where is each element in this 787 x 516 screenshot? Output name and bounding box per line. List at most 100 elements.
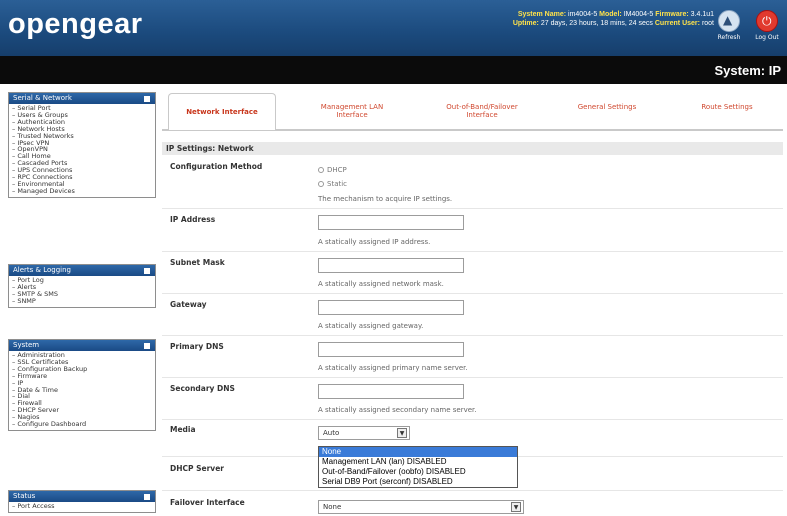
uptime-value: 27 days, 23 hours, 18 mins, 24 secs — [540, 20, 653, 27]
sidebar-item[interactable]: – Call Home — [12, 153, 152, 160]
gateway-label: Gateway — [170, 300, 207, 309]
tab-general-settings[interactable]: General Settings — [557, 93, 657, 129]
header-bar: opengear System Name: im4004-5 Model: IM… — [0, 0, 787, 56]
subnet-mask-input[interactable] — [318, 258, 464, 273]
sidebar-item[interactable]: – Users & Groups — [12, 112, 152, 119]
sidebar-item[interactable]: – Cascaded Ports — [12, 160, 152, 167]
firmware-label: Firmware: — [655, 11, 689, 18]
tab-management-lan-interface[interactable]: Management LAN Interface — [302, 93, 402, 129]
collapse-icon[interactable] — [144, 268, 150, 274]
dropdown-option[interactable]: Out-of-Band/Failover (oobfo) DISABLED — [319, 467, 517, 477]
media-select-value: Auto — [323, 429, 340, 437]
radio-dhcp[interactable]: DHCP — [318, 166, 347, 174]
tab-route-settings[interactable]: Route Settings — [677, 93, 777, 129]
sidebar-section-header[interactable]: System — [9, 340, 155, 351]
primary-dns-input[interactable] — [318, 342, 464, 357]
sidebar-item[interactable]: – Dial — [12, 393, 152, 400]
current-user-label: Current User: — [654, 20, 700, 27]
refresh-icon — [718, 10, 740, 32]
sidebar-serial-network: Serial & Network – Serial Port – Users & … — [8, 92, 156, 198]
sidebar-item[interactable]: – SNMP — [12, 298, 152, 305]
sidebar-item[interactable]: – Alerts — [12, 284, 152, 291]
failover-interface-select[interactable]: None ▼ — [318, 500, 524, 514]
dropdown-option[interactable]: None — [319, 447, 517, 457]
collapse-icon[interactable] — [144, 96, 150, 102]
tab-label: Network Interface — [186, 108, 258, 116]
tab-out-of-band-failover-interface[interactable]: Out-of-Band/Failover Interface — [422, 93, 542, 129]
chevron-down-icon[interactable]: ▼ — [511, 502, 521, 512]
sidebar-section-header[interactable]: Serial & Network — [9, 93, 155, 104]
ip-address-input[interactable] — [318, 215, 464, 230]
sidebar-item[interactable]: – Configure Dashboard — [12, 421, 152, 428]
sidebar-section-header[interactable]: Status — [9, 491, 155, 502]
radio-dhcp-label: DHCP — [327, 166, 347, 174]
sidebar-item[interactable]: – OpenVPN — [12, 146, 152, 153]
row-divider — [162, 335, 783, 336]
failover-interface-label: Failover Interface — [170, 498, 245, 507]
sidebar-item[interactable]: – Port Log — [12, 277, 152, 284]
refresh-button[interactable]: Refresh — [712, 10, 746, 41]
gateway-input[interactable] — [318, 300, 464, 315]
media-select[interactable]: Auto ▼ — [318, 426, 410, 440]
refresh-label: Refresh — [717, 34, 741, 41]
dropdown-option[interactable]: Management LAN (lan) DISABLED — [319, 457, 517, 467]
sidebar-list: – Port Access — [9, 502, 155, 512]
chevron-down-icon[interactable]: ▼ — [397, 428, 407, 438]
sidebar-item[interactable]: – Serial Port — [12, 105, 152, 112]
collapse-icon[interactable] — [144, 494, 150, 500]
sidebar-item[interactable]: – Firmware — [12, 373, 152, 380]
sidebar-item[interactable]: – Network Hosts — [12, 126, 152, 133]
system-name-value: im4004-5 — [568, 11, 598, 18]
tab-label-line2: Interface — [336, 111, 368, 119]
sidebar-item[interactable]: – UPS Connections — [12, 167, 152, 174]
sidebar-item[interactable]: – Nagios — [12, 414, 152, 421]
sidebar-item[interactable]: – IP — [12, 380, 152, 387]
collapse-icon[interactable] — [144, 343, 150, 349]
title-bar — [0, 56, 787, 84]
tab-label: Management LAN — [320, 103, 384, 111]
secondary-dns-input[interactable] — [318, 384, 464, 399]
sidebar-section-title: Status — [13, 492, 36, 500]
configuration-method-help: The mechanism to acquire IP settings. — [318, 195, 453, 203]
sidebar-item[interactable]: – Environmental — [12, 181, 152, 188]
sidebar-item[interactable]: – Configuration Backup — [12, 366, 152, 373]
secondary-dns-help: A statically assigned secondary name ser… — [318, 406, 477, 414]
sidebar-item[interactable]: – SSL Certificates — [12, 359, 152, 366]
tab-label: Route Settings — [701, 103, 753, 111]
system-name-label: System Name: — [517, 11, 567, 18]
row-divider — [162, 293, 783, 294]
page-heading: System: IP — [714, 63, 781, 78]
sidebar-item[interactable]: – DHCP Server — [12, 407, 152, 414]
logout-label: Log Out — [755, 34, 779, 41]
sidebar-item[interactable]: – Date & Time — [12, 387, 152, 394]
logout-button[interactable]: Log Out — [750, 10, 784, 41]
row-divider — [162, 208, 783, 209]
sidebar-section-header[interactable]: Alerts & Logging — [9, 265, 155, 276]
primary-dns-label: Primary DNS — [170, 342, 224, 351]
sidebar-status: Status – Port Access — [8, 490, 156, 513]
radio-circle-icon[interactable] — [318, 167, 324, 173]
secondary-dns-label: Secondary DNS — [170, 384, 235, 393]
sidebar-item[interactable]: – Firewall — [12, 400, 152, 407]
sidebar-item[interactable]: – Managed Devices — [12, 188, 152, 195]
sidebar-item[interactable]: – Authentication — [12, 119, 152, 126]
sidebar-item[interactable]: – RPC Connections — [12, 174, 152, 181]
tab-network-interface[interactable]: Network Interface — [168, 93, 276, 130]
dropdown-option[interactable]: Serial DB9 Port (serconf) DISABLED — [319, 477, 517, 487]
sidebar-item[interactable]: – SMTP & SMS — [12, 291, 152, 298]
sidebar-list: – Administration – SSL Certificates – Conf… — [9, 351, 155, 430]
row-divider — [162, 251, 783, 252]
gateway-help: A statically assigned gateway. — [318, 322, 424, 330]
radio-circle-icon[interactable] — [318, 181, 324, 187]
subnet-mask-help: A statically assigned network mask. — [318, 280, 444, 288]
sidebar-system: System – Administration – SSL Certificate… — [8, 339, 156, 431]
subnet-mask-label: Subnet Mask — [170, 258, 225, 267]
radio-static[interactable]: Static — [318, 180, 347, 188]
sidebar-item[interactable]: – Administration — [12, 352, 152, 359]
sidebar-item[interactable]: – IPsec VPN — [12, 140, 152, 147]
sidebar-item[interactable]: – Trusted Networks — [12, 133, 152, 140]
ip-address-label: IP Address — [170, 215, 216, 224]
sidebar-item[interactable]: – Port Access — [12, 503, 152, 510]
sidebar-list: – Serial Port – Users & Groups – Authentic… — [9, 104, 155, 197]
section-header: IP Settings: Network — [162, 142, 783, 155]
